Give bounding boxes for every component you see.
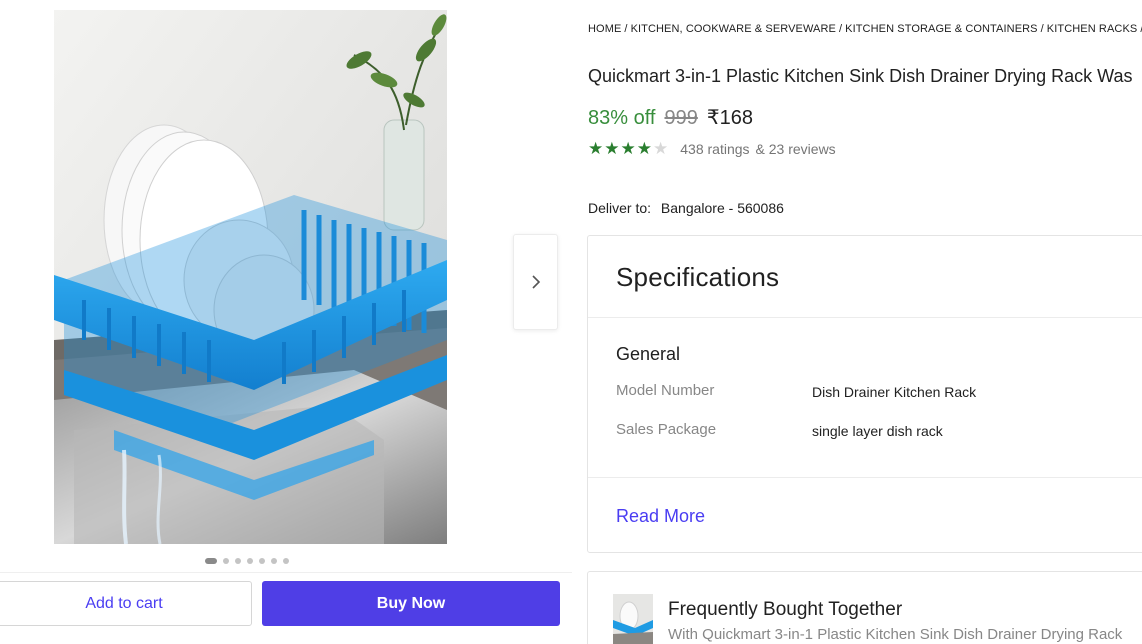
carousel-dot[interactable] xyxy=(259,558,265,564)
spec-group-title: General xyxy=(616,344,681,364)
spec-key: Model Number xyxy=(616,382,715,399)
carousel-dot[interactable] xyxy=(235,558,241,564)
deliver-to-label: Deliver to: xyxy=(588,200,652,216)
next-image-button[interactable] xyxy=(513,234,558,330)
spec-key: Sales Package xyxy=(616,421,717,438)
star-filled-icon: ★ xyxy=(620,139,636,158)
breadcrumb-separator: / xyxy=(1040,23,1044,35)
specifications-header: Specifications xyxy=(588,236,1142,318)
star-filled-icon: ★ xyxy=(588,139,604,158)
read-more-section: Read More xyxy=(588,478,1142,527)
breadcrumb-racks[interactable]: KITCHEN RACKS xyxy=(1047,23,1138,35)
fbt-product-thumbnail[interactable] xyxy=(613,594,653,644)
star-empty-icon: ★ xyxy=(653,139,669,158)
discount-percent: 83% off xyxy=(588,107,656,129)
delivery-location[interactable]: Deliver to: Bangalore - 560086 xyxy=(588,200,784,216)
fbt-title: Frequently Bought Together xyxy=(668,599,903,620)
breadcrumb-home[interactable]: HOME xyxy=(588,23,621,35)
star-rating: ★ ★ ★ ★ ★ xyxy=(588,140,668,158)
buy-now-button[interactable]: Buy Now xyxy=(262,581,560,626)
spec-row: Sales Package single layer dish rack xyxy=(616,421,1142,460)
image-carousel-dots xyxy=(205,558,289,564)
selling-price: ₹168 xyxy=(706,107,753,129)
frequently-bought-together-card: Frequently Bought Together With Quickmar… xyxy=(587,571,1142,644)
add-to-cart-button[interactable]: Add to cart xyxy=(0,581,252,626)
breadcrumb: HOME / KITCHEN, COOKWARE & SERVEWARE / KITCH… xyxy=(588,23,1142,35)
breadcrumb-separator: / xyxy=(624,23,628,35)
breadcrumb-storage[interactable]: KITCHEN STORAGE & CONTAINERS xyxy=(845,23,1037,35)
specifications-body: General Model Number Dish Drainer Kitche… xyxy=(588,318,1142,478)
delivery-pincode: Bangalore - 560086 xyxy=(660,200,784,216)
breadcrumb-separator: / xyxy=(838,23,843,35)
spec-value: Dish Drainer Kitchen Rack xyxy=(812,384,977,400)
carousel-dot[interactable] xyxy=(223,558,229,564)
reviews-count[interactable]: & 23 reviews xyxy=(756,141,836,157)
price-row: 83% off 999 ₹168 xyxy=(588,105,753,130)
rating-row: ★ ★ ★ ★ ★ 438 ratings & 23 reviews xyxy=(588,140,836,158)
spec-value: single layer dish rack xyxy=(812,423,943,439)
carousel-dot[interactable] xyxy=(271,558,277,564)
fbt-subtitle: With Quickmart 3-in-1 Plastic Kitchen Si… xyxy=(668,626,1123,643)
dish-rack-thumbnail-icon xyxy=(613,594,653,644)
original-price: 999 xyxy=(664,107,698,129)
ratings-count[interactable]: 438 ratings xyxy=(680,141,749,157)
breadcrumb-kitchen[interactable]: KITCHEN, COOKWARE & SERVEWARE xyxy=(631,23,836,35)
product-image[interactable] xyxy=(54,10,447,544)
specifications-heading: Specifications xyxy=(616,262,780,292)
star-filled-icon: ★ xyxy=(636,139,652,158)
carousel-dot[interactable] xyxy=(283,558,289,564)
star-filled-icon: ★ xyxy=(604,139,620,158)
carousel-dot[interactable] xyxy=(205,558,217,564)
specifications-card: Specifications General Model Number Dish… xyxy=(587,235,1142,553)
chevron-right-icon xyxy=(531,275,540,289)
spec-row: Model Number Dish Drainer Kitchen Rack xyxy=(616,382,1142,421)
read-more-link[interactable]: Read More xyxy=(616,506,705,526)
carousel-dot[interactable] xyxy=(247,558,253,564)
product-title: Quickmart 3-in-1 Plastic Kitchen Sink Di… xyxy=(588,66,1133,86)
dish-rack-photo xyxy=(54,10,447,544)
